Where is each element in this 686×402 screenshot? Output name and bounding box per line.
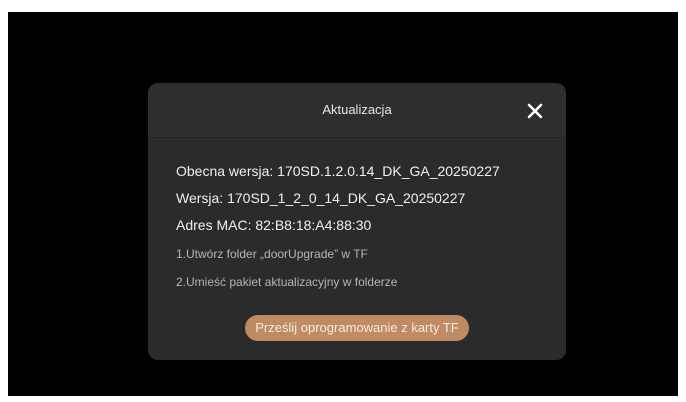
instruction-step-2: 2.Umieść pakiet aktualizacyjny w folderz… bbox=[176, 275, 398, 289]
close-button[interactable] bbox=[524, 100, 546, 122]
update-dialog: Aktualizacja Obecna wersja: 170SD.1.2.0.… bbox=[148, 83, 566, 360]
close-icon bbox=[527, 103, 543, 119]
version-text: Wersja: 170SD_1_2_0_14_DK_GA_20250227 bbox=[176, 190, 466, 206]
mac-address-text: Adres MAC: 82:B8:18:A4:88:30 bbox=[176, 217, 372, 233]
dialog-title: Aktualizacja bbox=[322, 102, 392, 117]
current-version-text: Obecna wersja: 170SD.1.2.0.14_DK_GA_2025… bbox=[176, 163, 500, 179]
device-screen: Aktualizacja Obecna wersja: 170SD.1.2.0.… bbox=[8, 12, 678, 396]
dialog-header: Aktualizacja bbox=[148, 83, 566, 138]
instruction-step-1: 1.Utwórz folder „doorUpgrade” w TF bbox=[176, 247, 368, 261]
upload-from-tf-card-button[interactable]: Prześlij oprogramowanie z karty TF bbox=[245, 315, 469, 341]
